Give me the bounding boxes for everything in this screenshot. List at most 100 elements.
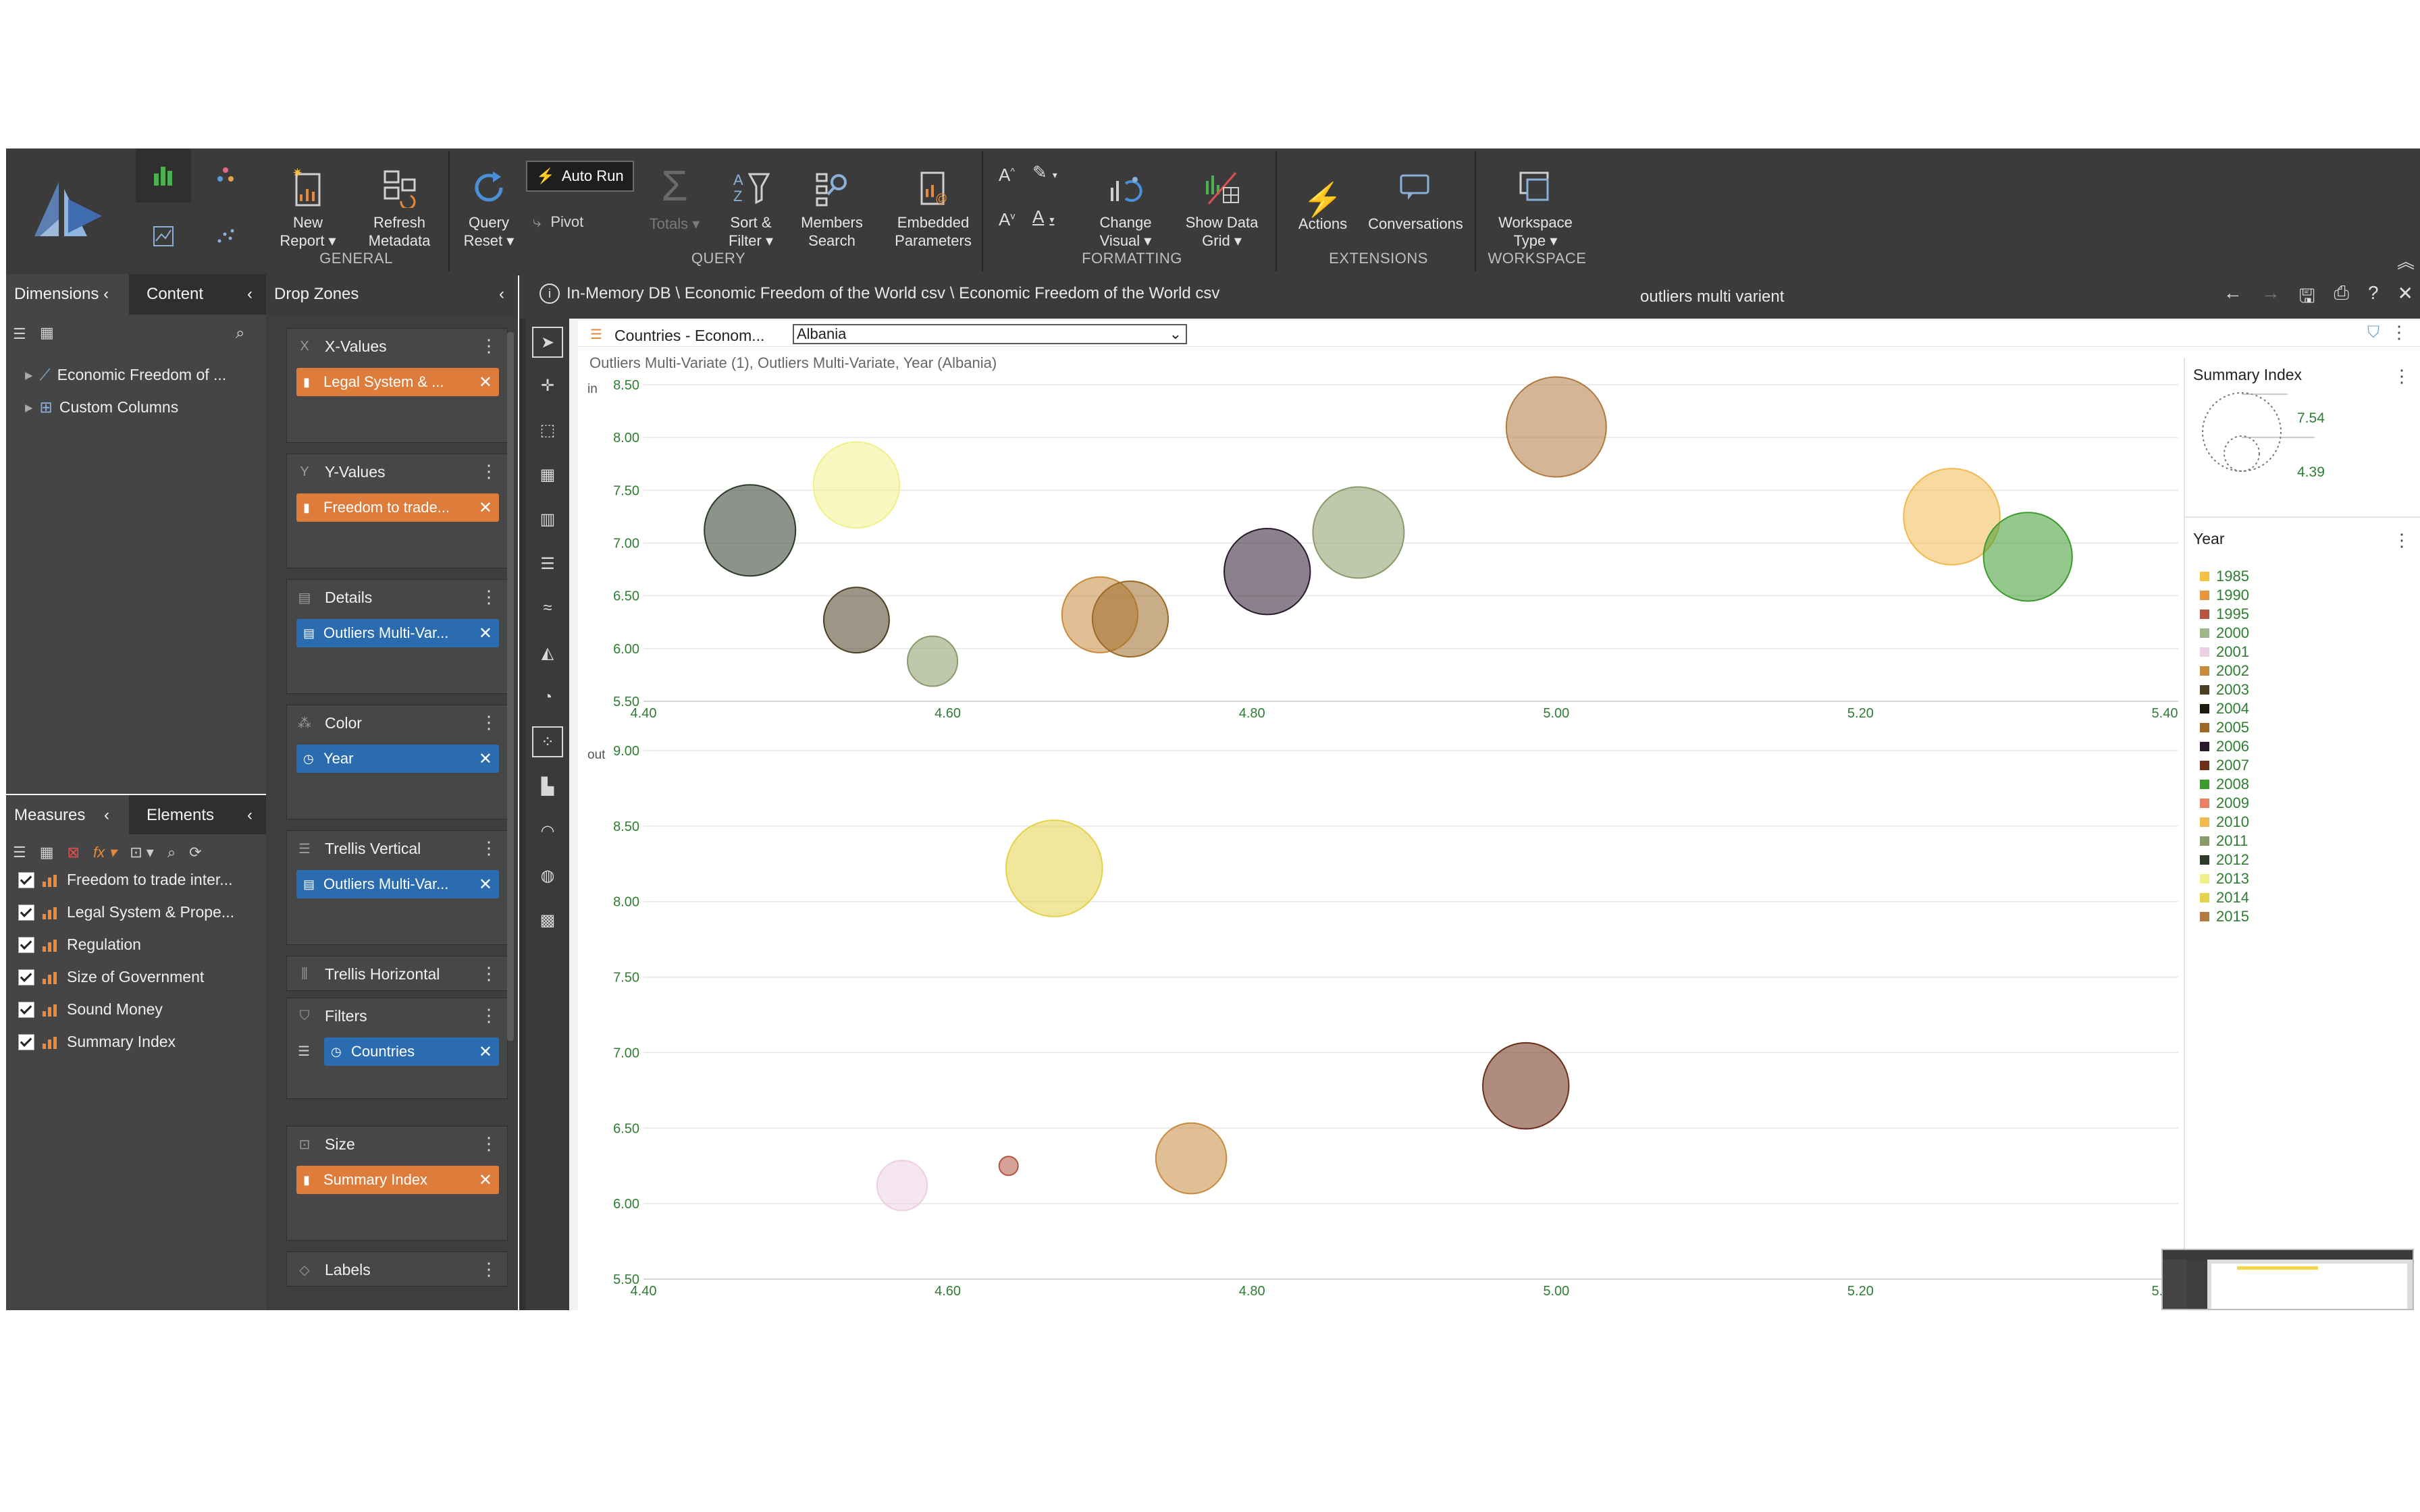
kebab-menu-icon[interactable]: ⋮ (480, 1006, 498, 1024)
scatter-bubble[interactable] (1982, 512, 2073, 602)
line-chart-icon[interactable]: ≈ (532, 593, 563, 624)
bar-chart-icon[interactable]: ▥ (532, 504, 563, 535)
kebab-menu-icon[interactable]: ⋮ (480, 462, 498, 480)
drop-zone[interactable]: ☰ Trellis Vertical ⋮ ▤ Outliers Multi-Var...… (286, 830, 508, 945)
drop-zone[interactable]: ▤ Details ⋮ ▤ Outliers Multi-Var... ✕ (286, 579, 508, 694)
checkbox[interactable] (18, 871, 34, 888)
refresh-metadata-button[interactable]: Refresh Metadata (357, 148, 442, 250)
workspace-type-button[interactable]: Workspace Type ▾ (1485, 148, 1586, 250)
scatter-bubble[interactable] (1091, 580, 1169, 658)
pie-chart-icon[interactable]: ◔ (532, 682, 563, 713)
chevron-left-icon[interactable]: ‹ (499, 274, 504, 315)
legend-item[interactable]: 1995 (2200, 605, 2249, 623)
minimap-thumbnail[interactable] (2161, 1249, 2414, 1310)
pointer-icon[interactable]: ➤ (532, 327, 563, 358)
tab-content[interactable]: Content ‹ (138, 274, 266, 315)
remove-icon[interactable]: ✕ (479, 749, 492, 769)
delete-icon[interactable]: ⊠ (68, 844, 80, 861)
crosshair-icon[interactable]: ✛ (532, 370, 563, 401)
nav-report-icon[interactable] (136, 148, 191, 202)
kebab-menu-icon[interactable]: ⋮ (480, 713, 498, 731)
measure-item[interactable]: Size of Government (18, 968, 204, 986)
remove-icon[interactable]: ✕ (479, 498, 492, 518)
legend-item[interactable]: 2012 (2200, 851, 2249, 869)
nav-scatter-icon[interactable] (198, 209, 253, 263)
scatter-bubble[interactable] (704, 484, 797, 577)
close-icon[interactable]: ✕ (2398, 282, 2413, 315)
calendar-icon[interactable]: ▦ (40, 324, 54, 342)
checkbox[interactable] (18, 1001, 34, 1018)
tab-dimensions[interactable]: Dimensions ‹ (6, 274, 129, 315)
tab-elements[interactable]: Elements ‹ (138, 795, 266, 836)
globe-icon[interactable]: ◍ (532, 860, 563, 891)
scatter-bubble[interactable] (907, 635, 959, 687)
collapse-ribbon-icon[interactable]: ︽ (2397, 248, 2415, 273)
legend-item[interactable]: 2001 (2200, 643, 2249, 661)
info-icon[interactable]: i (540, 284, 560, 304)
legend-item[interactable]: 2009 (2200, 794, 2249, 812)
expand-arrow-icon[interactable]: ▸ (25, 366, 33, 383)
drop-zone[interactable]: Y Y-Values ⋮ ▮ Freedom to trade... ✕ (286, 454, 508, 568)
checkbox[interactable] (18, 1033, 34, 1050)
filter-icon[interactable]: ⛉ (2367, 323, 2379, 342)
checkbox[interactable] (18, 969, 34, 986)
tree-item-custom-columns[interactable]: ▸ ⊞ Custom Columns (25, 398, 178, 416)
legend-item[interactable]: 2015 (2200, 908, 2249, 925)
actions-button[interactable]: ⚡ Actions (1286, 148, 1360, 250)
members-search-button[interactable]: Members Search (795, 148, 869, 250)
sort-filter-button[interactable]: AZ Sort & Filter ▾ (717, 148, 785, 250)
field-pill[interactable]: ▮ Summary Index ✕ (296, 1166, 499, 1194)
new-report-button[interactable]: ✷ New Report ▾ (271, 148, 345, 250)
auto-run-button[interactable]: ⚡ Auto Run (526, 161, 634, 192)
remove-icon[interactable]: ✕ (479, 875, 492, 894)
kebab-menu-icon[interactable]: ⋮ (2393, 366, 2411, 387)
list-view-icon[interactable]: ☰ (13, 325, 26, 343)
measure-item[interactable]: Regulation (18, 936, 141, 954)
save-icon[interactable]: 🖫 (2299, 282, 2315, 315)
measure-item[interactable]: Summary Index (18, 1033, 176, 1051)
gauge-icon[interactable]: ◠ (532, 815, 563, 846)
scatter-bubble[interactable] (1505, 376, 1607, 478)
fill-color-icon[interactable]: ✎ ▾ (1032, 162, 1057, 183)
pivot-button[interactable]: ⤷ Pivot (533, 213, 583, 231)
function-icon[interactable]: fx ▾ (93, 844, 116, 861)
measure-item[interactable]: Legal System & Prope... (18, 903, 234, 921)
field-pill[interactable]: ▤ Outliers Multi-Var... ✕ (296, 870, 499, 898)
measure-item[interactable]: Freedom to trade inter... (18, 871, 232, 889)
field-pill[interactable]: ▤ Outliers Multi-Var... ✕ (296, 619, 499, 647)
expand-arrow-icon[interactable]: ▸ (25, 398, 33, 416)
conversations-button[interactable]: Conversations (1363, 148, 1468, 250)
tree-item-economic-freedom[interactable]: ▸ ⟋ Economic Freedom of ... (25, 366, 226, 384)
print-icon[interactable]: ⎙ (2334, 282, 2349, 315)
refresh-icon[interactable]: ⟳ (189, 844, 201, 861)
remove-icon[interactable]: ✕ (479, 624, 492, 643)
kebab-menu-icon[interactable]: ⋮ (480, 337, 498, 354)
font-color-icon[interactable]: A ▾ (1032, 207, 1054, 227)
field-pill[interactable]: ◷ Countries ✕ (324, 1037, 499, 1066)
legend-item[interactable]: 2002 (2200, 662, 2249, 680)
drop-zone[interactable]: ◇ Labels ⋮ (286, 1251, 508, 1287)
kebab-menu-icon[interactable]: ⋮ (2393, 530, 2411, 551)
scatter-bubble[interactable] (812, 441, 901, 529)
scatter-chart-icon[interactable]: ⁘ (532, 726, 563, 757)
scatter-bubble[interactable] (876, 1160, 928, 1212)
kebab-menu-icon[interactable]: ⋮ (480, 1260, 498, 1278)
back-arrow-icon[interactable]: ← (2224, 282, 2242, 315)
nav-color-dots-icon[interactable] (198, 148, 253, 202)
kebab-menu-icon[interactable]: ⋮ (2390, 322, 2408, 343)
treemap-icon[interactable]: ▙ (532, 771, 563, 802)
drop-zone[interactable]: ⁂ Color ⋮ ◷ Year ✕ (286, 705, 508, 819)
kebab-menu-icon[interactable]: ⋮ (480, 1135, 498, 1152)
drop-zone[interactable]: ⊡ Size ⋮ ▮ Summary Index ✕ (286, 1126, 508, 1241)
drop-zone[interactable]: ⫼ Trellis Horizontal ⋮ (286, 956, 508, 991)
scatter-bubble[interactable] (822, 587, 890, 654)
scatter-bubble[interactable] (1155, 1122, 1228, 1195)
embedded-parameters-button[interactable]: @ Embedded Parameters (886, 148, 980, 250)
scatter-bubble[interactable] (1005, 819, 1103, 917)
legend-item[interactable]: 2007 (2200, 757, 2249, 774)
measure-item[interactable]: Sound Money (18, 1000, 163, 1019)
legend-item[interactable]: 2005 (2200, 719, 2249, 736)
scatter-bubble[interactable] (1224, 527, 1311, 616)
scatter-bubble[interactable] (998, 1156, 1019, 1177)
legend-item[interactable]: 2014 (2200, 889, 2249, 907)
